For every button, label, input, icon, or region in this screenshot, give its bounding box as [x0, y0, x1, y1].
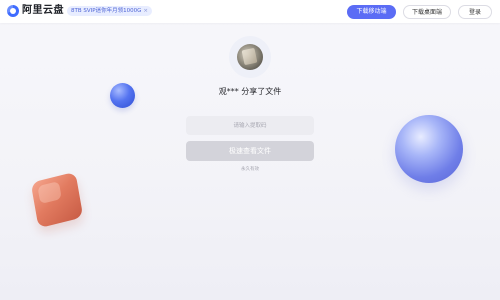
expiry-text: 永久有效: [241, 167, 259, 172]
decorative-sphere-large: [395, 115, 463, 183]
aliyun-drive-logo-icon[interactable]: [7, 5, 19, 17]
download-mobile-button[interactable]: 下载移动端: [347, 5, 396, 19]
decorative-cube: [30, 171, 84, 229]
avatar-ring: [229, 36, 271, 78]
promo-badge[interactable]: 8TB SVIP迷你年月领1000G ×: [67, 6, 152, 16]
share-title: 观*** 分享了文件: [218, 87, 282, 96]
top-bar: 阿里云盘 8TB SVIP迷你年月领1000G × 下载移动端 下载桌面端 登录: [0, 0, 500, 23]
promo-text: 8TB SVIP迷你年月领1000G: [71, 8, 142, 14]
extraction-code-input[interactable]: [186, 116, 314, 135]
login-button[interactable]: 登录: [458, 5, 492, 19]
view-files-button[interactable]: 极速查看文件: [186, 141, 314, 161]
avatar: [237, 44, 263, 70]
close-icon[interactable]: ×: [143, 8, 148, 14]
brand-name[interactable]: 阿里云盘: [22, 5, 64, 17]
download-desktop-button[interactable]: 下载桌面端: [403, 5, 451, 19]
